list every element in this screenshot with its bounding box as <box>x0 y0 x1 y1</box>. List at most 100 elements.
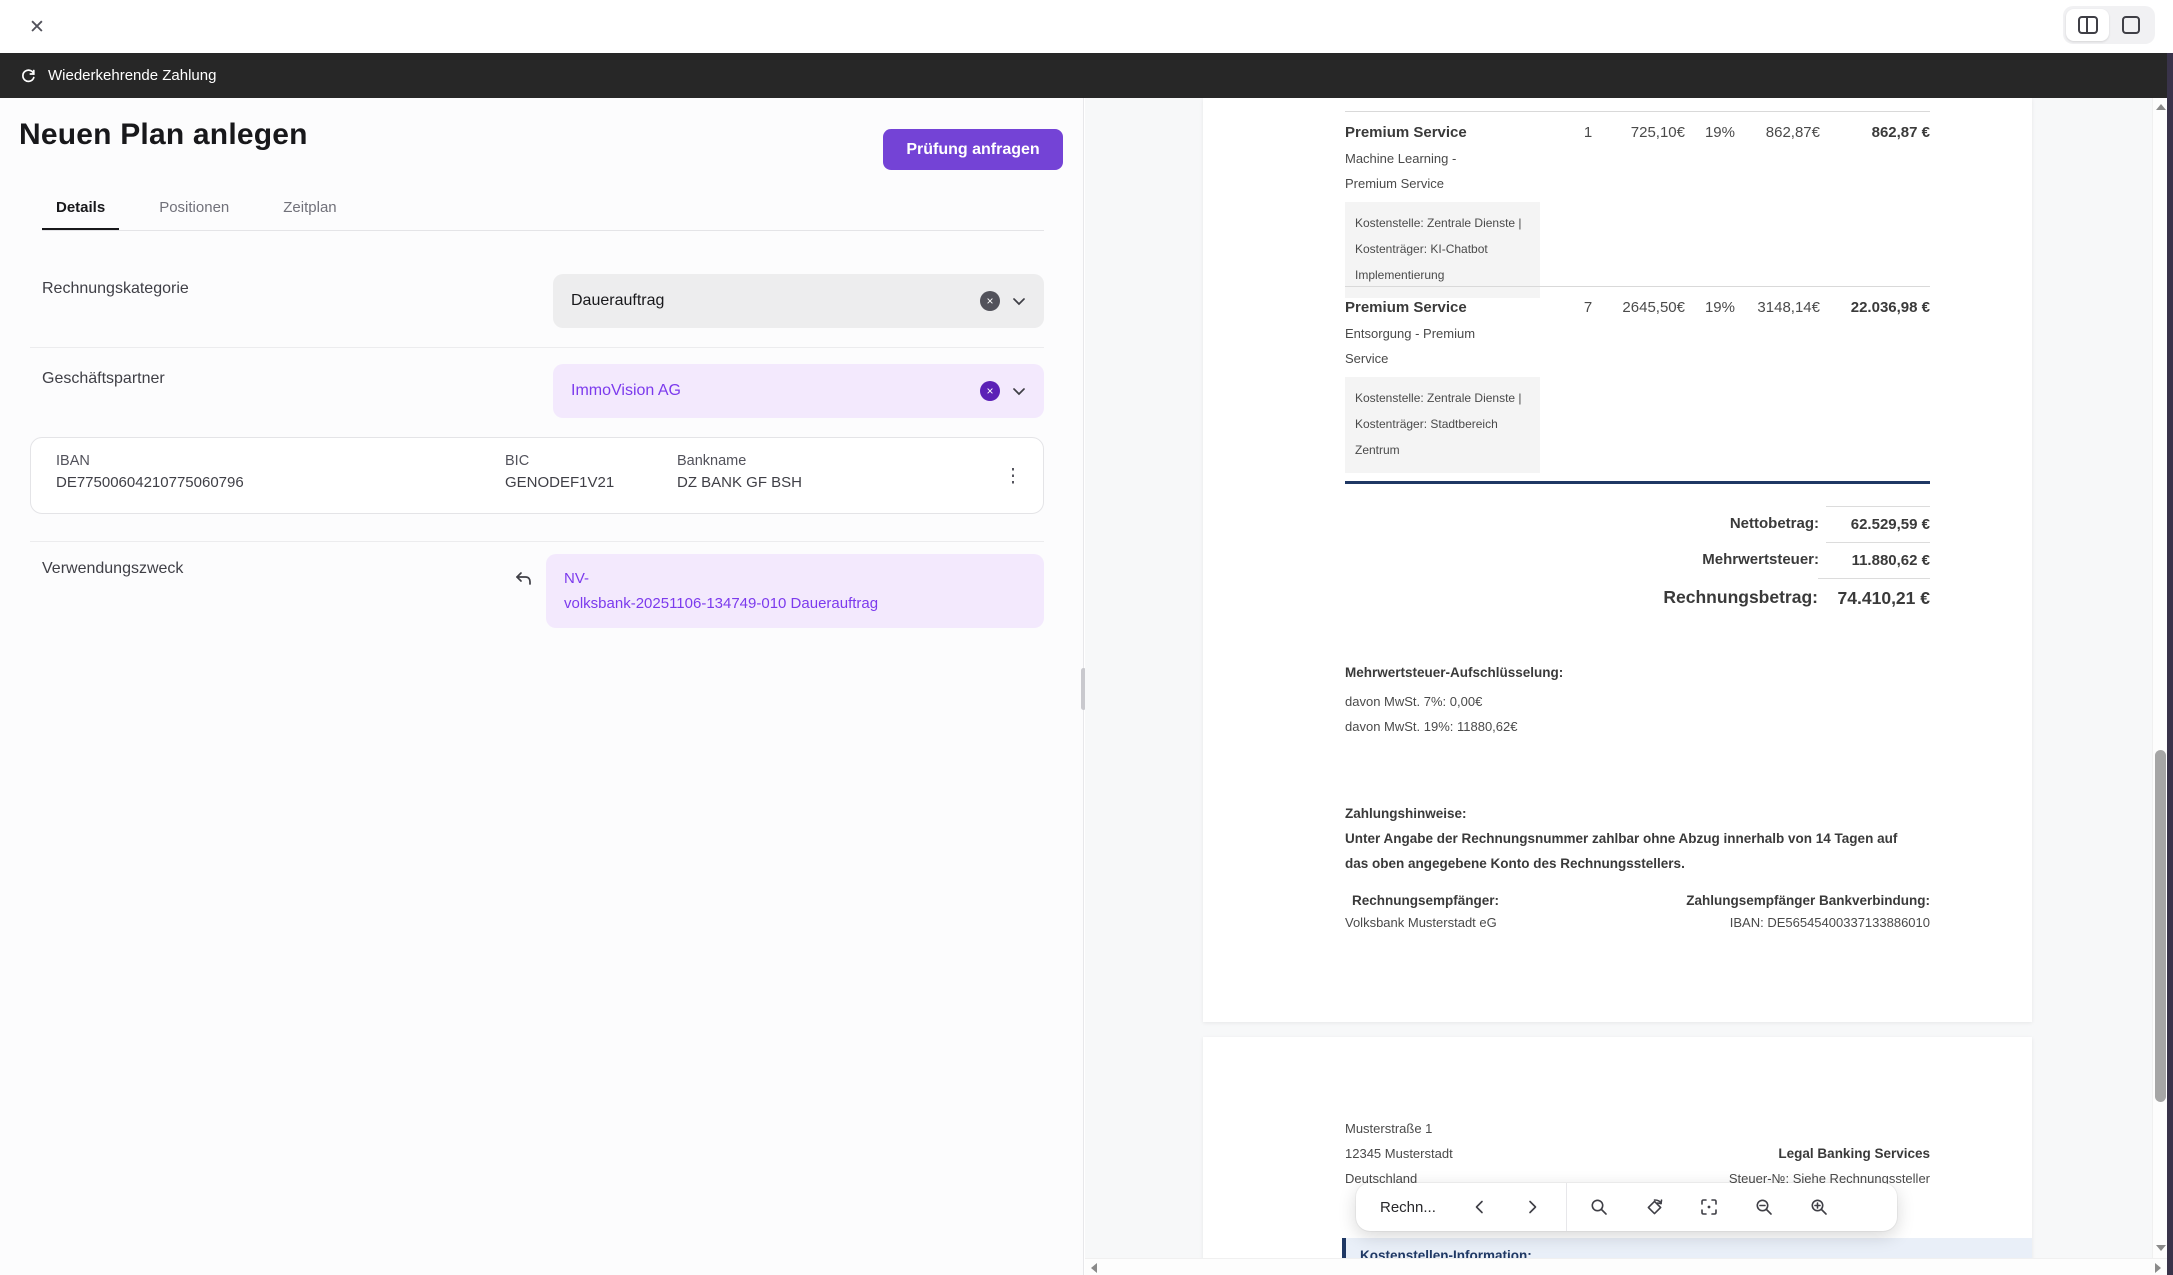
titlebar: ✕ <box>0 0 2173 53</box>
item-qty: 1 <box>1570 124 1606 141</box>
item-total: 22.036,98 € <box>1823 299 1930 316</box>
tab-positionen[interactable]: Positionen <box>145 186 243 230</box>
purpose-input[interactable]: NV- volksbank-20251106-134749-010 Dauera… <box>546 554 1044 628</box>
scroll-right-icon[interactable] <box>2155 1263 2161 1273</box>
item-name: Premium Service <box>1345 299 1560 316</box>
toolbar-separator <box>1566 1183 1567 1231</box>
document-label[interactable]: Rechn... <box>1380 1199 1458 1216</box>
category-select[interactable]: Dauerauftrag × <box>553 274 1044 328</box>
request-review-button[interactable]: Prüfung anfragen <box>883 129 1063 170</box>
bankname-label: Bankname <box>677 453 802 469</box>
purpose-label: Verwendungszweck <box>42 560 183 578</box>
partner-value: ImmoVision AG <box>571 382 681 400</box>
appbar-title: Wiederkehrende Zahlung <box>48 67 216 84</box>
bank-details-card: IBAN DE77500604210775060796 BIC GENODEF1… <box>30 437 1044 514</box>
category-value: Dauerauftrag <box>571 292 664 310</box>
invoice-item-row: Premium Service Machine Learning - Premi… <box>1345 111 1930 298</box>
chevron-down-icon[interactable] <box>1010 382 1028 400</box>
partner-select[interactable]: ImmoVision AG × <box>553 364 1044 418</box>
zoom-out-icon <box>1754 1197 1774 1217</box>
page-title: Neuen Plan anlegen <box>19 118 308 152</box>
scroll-down-icon[interactable] <box>2156 1245 2166 1251</box>
invoice-totals: Nettobetrag: 62.529,59 € Mehrwertsteuer:… <box>1345 506 1930 618</box>
bic-value: GENODEF1V21 <box>505 474 614 491</box>
invoice-item-row: Premium Service Entsorgung - Premium Ser… <box>1345 286 1930 473</box>
search-icon <box>1589 1197 1609 1217</box>
scroll-left-icon[interactable] <box>1091 1263 1097 1273</box>
viewer-toolbar: Rechn... <box>1356 1183 1897 1231</box>
item-name: Premium Service <box>1345 124 1560 141</box>
item-total: 862,87 € <box>1823 124 1930 141</box>
category-label: Rechnungskategorie <box>42 280 189 298</box>
iban-value: DE77500604210775060796 <box>56 474 244 491</box>
sender-address: Musterstraße 1 12345 Musterstadt Deutsch… <box>1345 1116 1453 1191</box>
item-unit-price: 2645,50€ <box>1610 299 1685 316</box>
vat-total-row: Mehrwertsteuer: 11.880,62 € <box>1345 542 1930 569</box>
kebab-menu-icon[interactable]: ⋮ <box>999 460 1027 492</box>
horizontal-scrollbar[interactable] <box>1085 1258 2167 1275</box>
tab-bar: Details Positionen Zeitplan <box>42 186 1044 231</box>
iban-label: IBAN <box>56 453 244 469</box>
vat-breakdown-line: davon MwSt. 19%: 11880,62€ <box>1345 714 1563 739</box>
chevron-left-icon <box>1471 1198 1489 1216</box>
grand-total-row: Rechnungsbetrag: 74.410,21 € <box>1345 578 1930 609</box>
zoom-in-button[interactable] <box>1797 1187 1841 1227</box>
undo-icon[interactable] <box>510 566 536 592</box>
item-tax-rate: 19% <box>1695 299 1735 316</box>
clear-icon[interactable]: × <box>980 291 1000 311</box>
recipient-section: Rechnungsempfänger: Volksbank Musterstad… <box>1345 893 1930 930</box>
scroll-up-icon[interactable] <box>2156 104 2166 110</box>
pdf-page-1: Premium Service Machine Learning - Premi… <box>1203 98 2032 1022</box>
item-cost-note: Kostenstelle: Zentrale Dienste | Kostent… <box>1345 377 1540 473</box>
divider <box>30 347 1044 348</box>
vat-breakdown-title: Mehrwertsteuer-Aufschlüsselung: <box>1345 660 1563 685</box>
divider <box>30 541 1044 542</box>
chevron-down-icon[interactable] <box>1010 292 1028 310</box>
payee-bank: Zahlungsempfänger Bankverbindung: IBAN: … <box>1686 893 1930 930</box>
vat-value: 11.880,62 € <box>1826 542 1930 569</box>
search-button[interactable] <box>1577 1187 1621 1227</box>
vat-label: Mehrwertsteuer: <box>1702 542 1819 568</box>
address-line: 12345 Musterstadt <box>1345 1141 1453 1166</box>
rotate-button[interactable] <box>1632 1187 1676 1227</box>
layout-toggle-group <box>2063 6 2155 44</box>
net-label: Nettobetrag: <box>1730 506 1819 532</box>
item-description: Entsorgung - Premium Service <box>1345 321 1495 371</box>
close-icon[interactable]: ✕ <box>24 14 50 40</box>
purpose-value-line1: NV- <box>564 566 1026 591</box>
iban-column: IBAN DE77500604210775060796 <box>56 453 244 491</box>
single-view-button[interactable] <box>2109 9 2152 41</box>
chevron-right-icon <box>1523 1198 1541 1216</box>
appbar: Wiederkehrende Zahlung <box>0 53 2173 98</box>
partner-label: Geschäftspartner <box>42 370 165 388</box>
vat-breakdown-line: davon MwSt. 7%: 0,00€ <box>1345 689 1563 714</box>
payment-notes: Zahlungshinweise: Unter Angabe der Rechn… <box>1345 801 1897 876</box>
zoom-out-button[interactable] <box>1742 1187 1786 1227</box>
next-page-button[interactable] <box>1510 1187 1554 1227</box>
recipient-value: Volksbank Musterstadt eG <box>1345 915 1499 930</box>
item-tax-amount: 3148,14€ <box>1743 299 1820 316</box>
grand-total-label: Rechnungsbetrag: <box>1663 578 1818 608</box>
zoom-in-icon <box>1809 1197 1829 1217</box>
single-view-icon <box>2122 16 2140 34</box>
item-tax-amount: 862,87€ <box>1743 124 1820 141</box>
previous-page-button[interactable] <box>1458 1187 1502 1227</box>
split-view-icon <box>2078 16 2098 34</box>
tab-details[interactable]: Details <box>42 186 119 230</box>
tab-zeitplan[interactable]: Zeitplan <box>269 186 350 230</box>
item-description: Machine Learning - Premium Service <box>1345 146 1495 196</box>
focus-icon <box>1699 1197 1719 1217</box>
item-unit-price: 725,10€ <box>1610 124 1685 141</box>
address-line: Musterstraße 1 <box>1345 1116 1453 1141</box>
vertical-scrollbar[interactable] <box>2152 98 2167 1275</box>
vertical-scrollbar-thumb[interactable] <box>2155 750 2166 1102</box>
split-view-button[interactable] <box>2066 9 2109 41</box>
refresh-icon <box>20 67 37 84</box>
clear-icon[interactable]: × <box>980 381 1000 401</box>
fit-to-view-button[interactable] <box>1687 1187 1731 1227</box>
payment-notes-line: das oben angegebene Konto des Rechnungss… <box>1345 851 1897 876</box>
payee-bank-label: Zahlungsempfänger Bankverbindung: <box>1686 893 1930 908</box>
pdf-viewer-pane: Premium Service Machine Learning - Premi… <box>1085 98 2152 1275</box>
payee-bank-value: IBAN: DE56545400337133886010 <box>1686 915 1930 930</box>
pdf-page-2: Musterstraße 1 12345 Musterstadt Deutsch… <box>1203 1037 2032 1275</box>
